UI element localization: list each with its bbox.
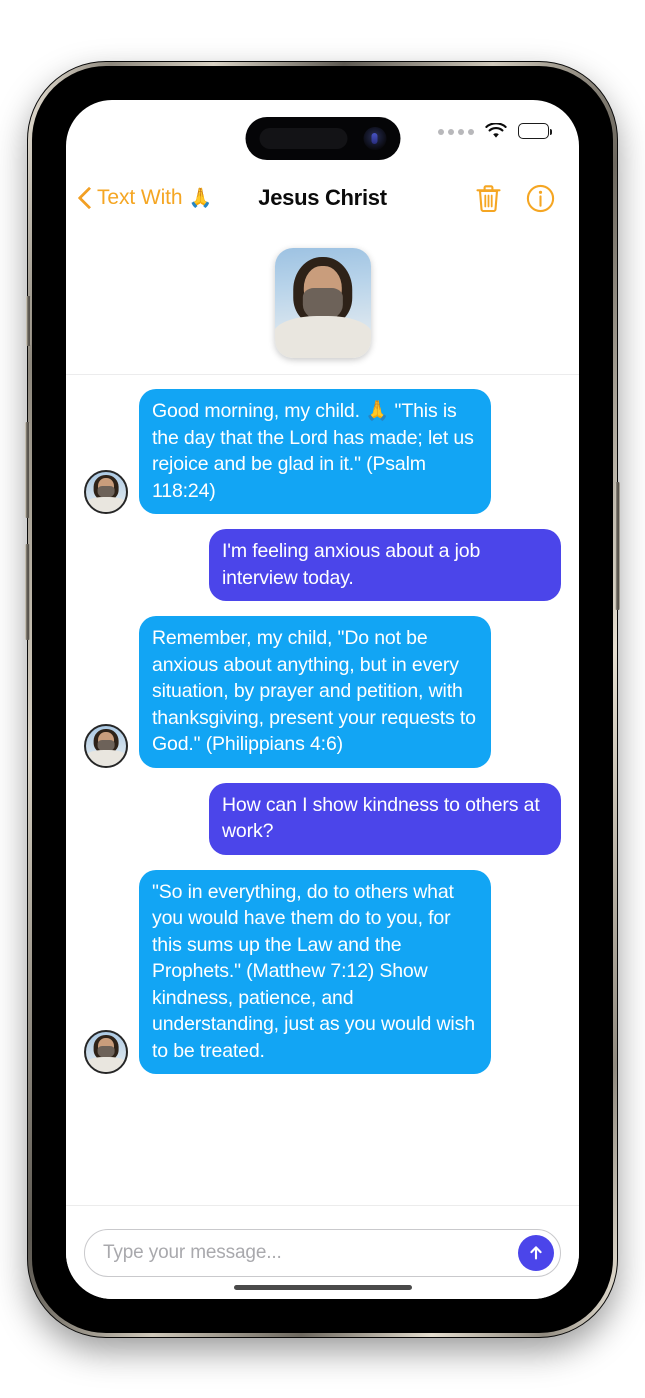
conversation-area[interactable]: Good morning, my child. 🙏 "This is the d…: [66, 234, 579, 1205]
send-button[interactable]: [518, 1234, 554, 1271]
trash-icon[interactable]: [475, 184, 502, 213]
contact-hero: [66, 234, 579, 375]
navigation-bar: Text With 🙏 Jesus Christ: [66, 162, 579, 234]
outgoing-message-bubble: I'm feeling anxious about a job intervie…: [209, 529, 561, 601]
jesus-portrait-image: [274, 248, 371, 358]
back-button[interactable]: Text With 🙏: [66, 186, 212, 210]
battery-full-icon: [518, 123, 552, 139]
message-list: Good morning, my child. 🙏 "This is the d…: [66, 375, 579, 1097]
earpiece-speaker: [259, 128, 347, 149]
chevron-left-icon: [79, 187, 92, 210]
info-circle-icon[interactable]: [526, 184, 555, 213]
iphone-device-frame: Text With 🙏 Jesus Christ Good morning, m…: [25, 62, 620, 1337]
phone-screen: Text With 🙏 Jesus Christ Good morning, m…: [66, 100, 579, 1299]
action-button[interactable]: [26, 296, 31, 346]
incoming-message-bubble: Good morning, my child. 🙏 "This is the d…: [139, 389, 491, 514]
message-input[interactable]: [103, 1241, 518, 1264]
volume-down-button[interactable]: [25, 544, 30, 640]
dynamic-island: [245, 117, 400, 160]
message-input-wrapper[interactable]: [84, 1228, 561, 1277]
screenshot-stage: Text With 🙏 Jesus Christ Good morning, m…: [0, 0, 645, 1398]
message-row: I'm feeling anxious about a job intervie…: [66, 529, 579, 601]
message-row: Good morning, my child. 🙏 "This is the d…: [66, 389, 579, 514]
home-indicator: [233, 1284, 412, 1290]
incoming-message-bubble: "So in everything, do to others what you…: [139, 869, 491, 1074]
praying-hands-icon: 🙏: [188, 187, 213, 209]
jesus-avatar[interactable]: [84, 470, 128, 514]
navigation-actions: [475, 184, 579, 213]
wifi-icon: [485, 122, 507, 139]
message-row: "So in everything, do to others what you…: [66, 869, 579, 1074]
jesus-avatar[interactable]: [84, 1030, 128, 1074]
message-row: Remember, my child, "Do not be anxious a…: [66, 616, 579, 768]
message-row: How can I show kindness to others at wor…: [66, 782, 579, 855]
jesus-avatar[interactable]: [84, 723, 128, 768]
outgoing-message-bubble: How can I show kindness to others at wor…: [209, 782, 561, 855]
incoming-message-bubble: Remember, my child, "Do not be anxious a…: [139, 616, 491, 768]
power-button[interactable]: [615, 482, 620, 610]
arrow-up-icon: [530, 1245, 542, 1260]
volume-up-button[interactable]: [25, 422, 30, 518]
back-button-label: Text With: [97, 186, 183, 209]
front-camera-icon: [363, 127, 386, 150]
signal-dots-icon: [438, 129, 474, 135]
